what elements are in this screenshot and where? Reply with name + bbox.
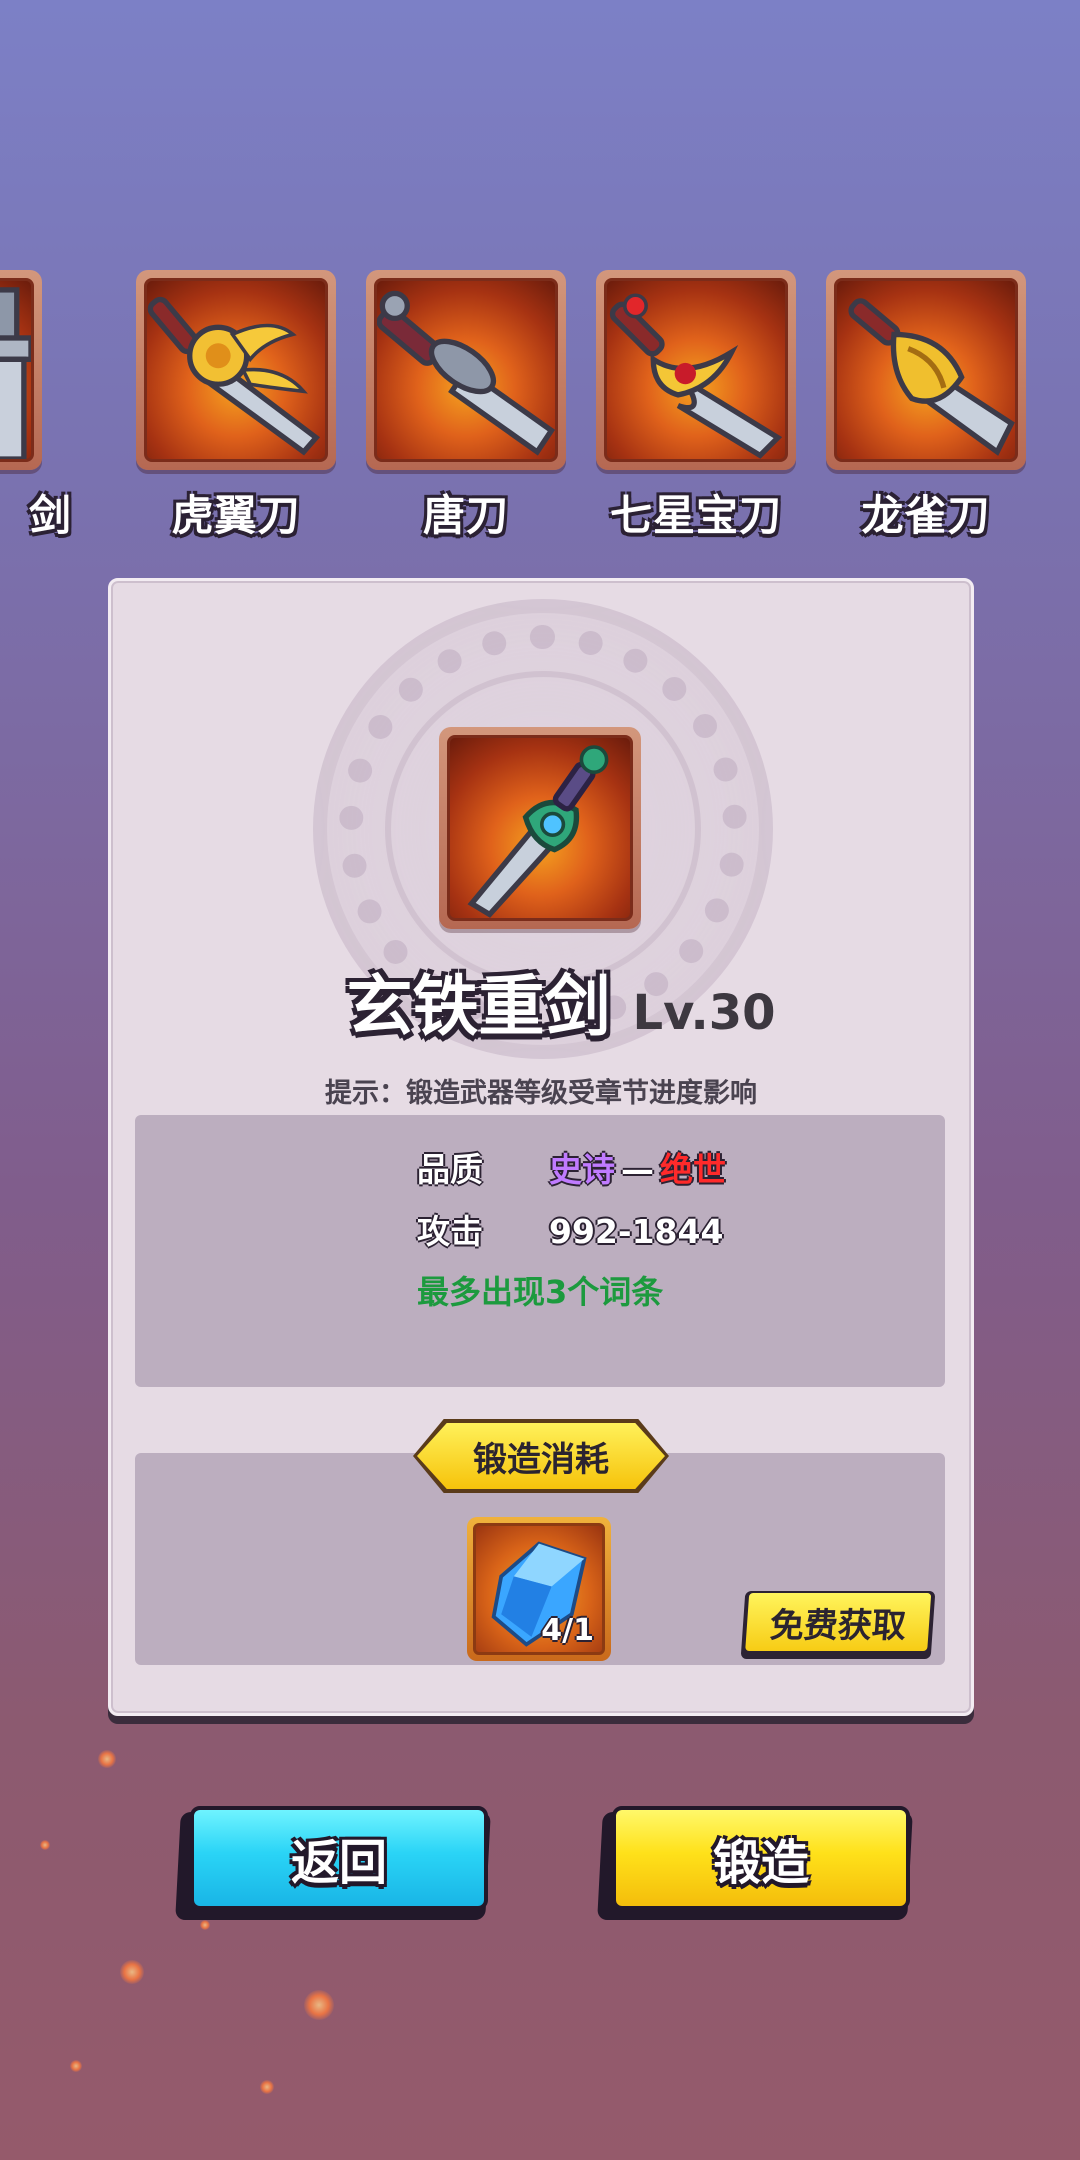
quality-separator: — [621,1150,654,1189]
weapon-frame [0,270,42,470]
forge-hint: 提示：锻造武器等级受章节进度影响 [325,1078,757,1109]
sword-icon [0,287,31,459]
forge-button[interactable]: 锻造 [597,1806,913,1920]
weapon-name: 虎翼刀 [171,491,301,540]
weapon-frame [596,270,796,470]
weapon-slot-1[interactable]: 虎翼刀 [136,270,336,540]
quality-label: 品质 [417,1150,483,1189]
forge-material-slot[interactable]: 4/1 [467,1517,611,1661]
quality-legendary: 绝世 [660,1150,726,1189]
attack-label: 攻击 [417,1212,483,1251]
tang-dao-icon [377,290,555,456]
free-obtain-label: 免费获取 [745,1593,932,1651]
stats-box: 品质 史诗 — 绝世 攻击 992-1844 最多出现3个词条 [135,1115,945,1387]
weapon-slot-2[interactable]: 唐刀 [366,270,566,540]
forge-detail-panel: 玄铁重剑 Lv.30 提示：锻造武器等级受章节进度影响 品质 史诗 — 绝世 攻击 992… [108,578,974,1716]
seven-star-saber-icon [609,293,783,459]
golden-winged-blade-icon [147,296,320,456]
weapon-slot-3[interactable]: 七星宝刀 [596,270,796,540]
weapon-frame [366,270,566,470]
material-count: 4/1 [541,1613,594,1648]
weapon-frame [136,270,336,470]
quality-epic: 史诗 [549,1150,615,1189]
weapon-frame [826,270,1026,470]
selected-weapon-icon-frame [439,727,641,929]
free-obtain-button[interactable]: 免费获取 [740,1591,936,1659]
attack-row: 攻击 992-1844 [417,1205,723,1253]
weapon-slot-0[interactable]: 剑 [0,270,71,540]
forge-button-label: 锻造 [612,1806,910,1910]
weapon-selector-strip[interactable]: 剑 虎翼刀 唐刀 七星宝刀 龙雀刀 [0,270,1080,540]
ember-particles [0,1660,1080,2160]
weapon-name: 龙雀刀 [861,491,991,540]
weapon-slot-4[interactable]: 龙雀刀 [826,270,1026,540]
weapon-name: 唐刀 [422,491,509,540]
weapon-name: 剑 [28,491,72,540]
affix-bonus-text: 最多出现3个词条 [417,1273,664,1311]
jade-heavy-sword-icon [467,745,609,918]
forge-cost-title: 锻造消耗 [417,1423,665,1489]
weapon-name-heading: 玄铁重剑 [346,968,611,1045]
weapon-name: 七星宝刀 [609,491,782,540]
attack-value: 992-1844 [549,1212,724,1251]
back-button[interactable]: 返回 [175,1806,491,1920]
dragon-sparrow-blade-icon [848,298,1015,456]
weapon-level: Lv.30 [632,985,776,1041]
back-button-label: 返回 [190,1806,488,1910]
weapon-title: 玄铁重剑 Lv.30 [111,953,971,1049]
quality-row: 品质 史诗 — 绝世 [417,1143,726,1191]
